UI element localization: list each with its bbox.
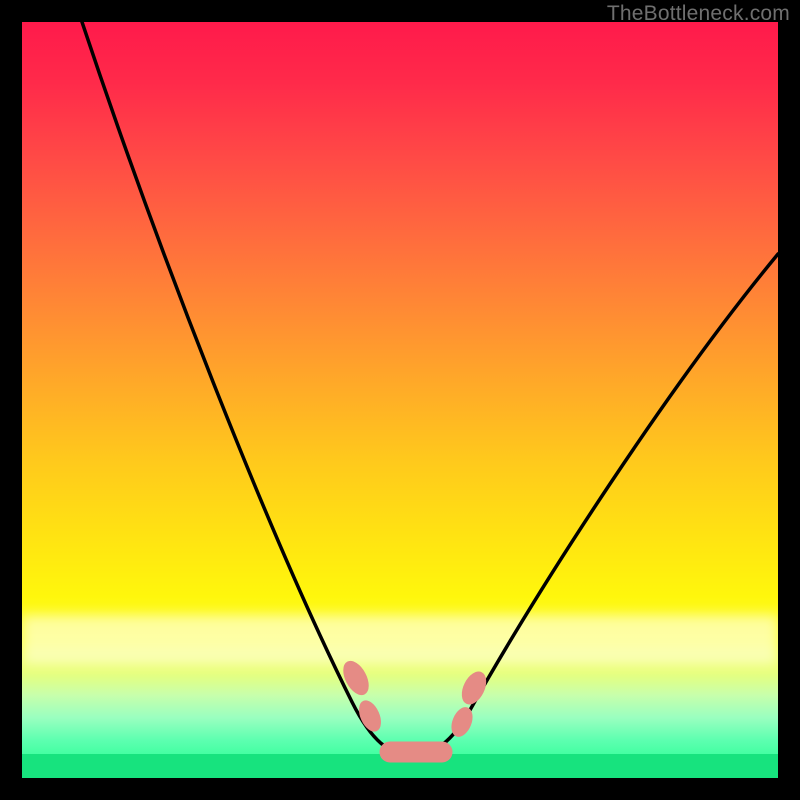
curve-left (82, 22, 412, 755)
watermark-text: TheBottleneck.com (607, 2, 790, 26)
optimal-markers (339, 657, 491, 762)
plot-area (22, 22, 778, 778)
curve-layer (22, 22, 778, 778)
chart-frame: TheBottleneck.com (0, 0, 800, 800)
